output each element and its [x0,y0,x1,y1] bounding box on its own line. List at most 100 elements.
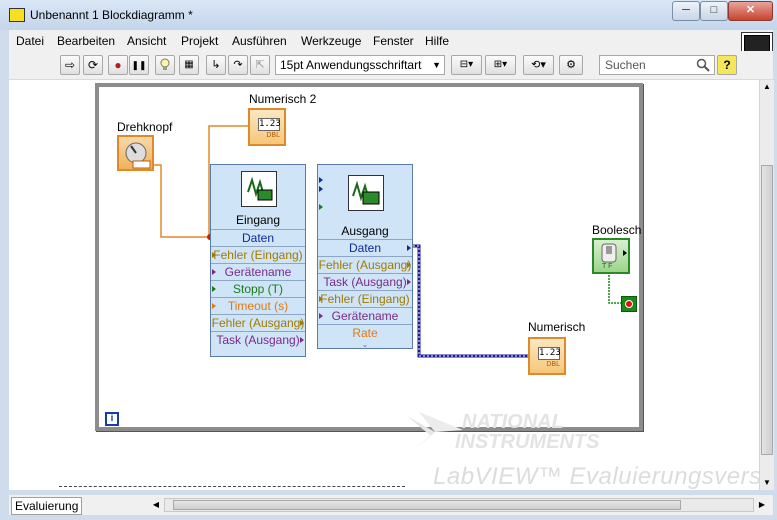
retain-wire-values-icon[interactable]: ▦ [179,55,199,75]
clean-up-diagram-icon[interactable]: ⚙ [559,55,583,75]
ausgang-terminal-row[interactable]: Task (Ausgang) [318,273,412,290]
eingang-terminal-label: Timeout (s) [227,299,289,313]
eingang-terminal-label: Task (Ausgang) [216,333,300,347]
ausgang-terminal-row[interactable]: Rate [318,324,412,341]
menu-hilfe[interactable]: Hilfe [425,34,449,48]
abort-icon[interactable]: ● [108,55,128,75]
ausgang-terminal-row[interactable]: Gerätename [318,307,412,324]
knob-control-terminal[interactable] [117,135,154,171]
eingang-icon [241,171,277,207]
ausgang-terminal-row[interactable]: Fehler (Ausgang) [318,256,412,273]
ausgang-terminal-label: Fehler (Eingang) [320,292,410,306]
ausgang-terminal-label: Fehler (Ausgang) [318,258,412,272]
block-diagram-canvas[interactable]: Drehknopf Numerisch 2 1.23 DBL Eingang D… [9,80,777,490]
search-icon [696,56,710,77]
eingang-terminal-row[interactable]: Gerätename [211,263,305,280]
output-terminal-arrow [407,262,411,268]
ausgang-input-tri-1 [319,177,323,183]
input-terminal-arrow [319,313,323,319]
align-objects-icon[interactable]: ⊟▾ [451,55,482,75]
input-terminal-arrow [212,269,216,275]
boolesch-label: Boolesch [592,223,642,237]
ausgang-input-tri-3 [319,204,323,210]
eingang-terminal-row[interactable]: Stopp (T) [211,280,305,297]
eingang-terminal-label: Fehler (Eingang) [213,248,303,262]
loop-condition-stop-terminal[interactable] [621,296,637,312]
menu-werkzeuge[interactable]: Werkzeuge [301,34,361,48]
scroll-right-icon[interactable]: ▶ [755,498,769,512]
step-into-icon[interactable]: ↳ [206,55,226,75]
wire-drehknopf-eingang [154,164,212,238]
horizontal-scroll-thumb[interactable] [173,500,681,510]
ni-eagle-logo [407,412,463,450]
eingang-terminal-label: Stopp (T) [232,282,283,296]
output-terminal-arrow [407,279,411,285]
knob-icon [125,142,151,169]
numerisch-indicator-terminal[interactable]: 1.23 DBL [528,337,566,375]
reorder-icon[interactable]: ⟲▾ [523,55,554,75]
menu-bar: Datei Bearbeiten Ansicht Projekt Ausführ… [9,30,773,74]
eingang-terminal-row[interactable]: Fehler (Ausgang) [211,314,305,331]
help-icon[interactable]: ? [717,55,737,75]
numerisch-label: Numerisch [528,320,586,334]
input-terminal-arrow [319,296,323,302]
close-button[interactable]: ✕ [728,1,773,21]
input-terminal-arrow [212,286,216,292]
menu-datei[interactable]: Datei [16,34,44,48]
status-bar: Evaluierung ◀ ▶ [9,495,773,515]
output-terminal-arrow [300,337,304,343]
eingang-terminal-label: Gerätename [224,265,292,279]
output-terminal-arrow [407,245,411,251]
font-select[interactable]: 15pt Anwendungsschriftart ▼ [275,55,445,75]
ausgang-terminal-label: Gerätename [331,309,399,323]
numerisch2-dbl-tag: DBL [266,132,280,139]
minimize-button[interactable]: ─ [672,1,700,21]
labview-app-icon [9,8,25,22]
run-icon[interactable]: ⇨ [60,55,80,75]
ausgang-terminal-row[interactable]: Fehler (Eingang) [318,290,412,307]
menu-ausfuehren[interactable]: Ausführen [232,34,287,48]
ausgang-daqmx-write-node[interactable]: Ausgang Daten Fehler (Ausgang) Task (Ausga… [317,164,413,349]
scroll-up-icon[interactable]: ▲ [760,80,774,94]
numerisch2-indicator-terminal[interactable]: 1.23 DBL [248,108,286,146]
scroll-left-icon[interactable]: ◀ [149,498,163,512]
menu-ansicht[interactable]: Ansicht [127,34,166,48]
menu-projekt[interactable]: Projekt [181,34,218,48]
boolesch-tf-tag: T F [602,263,613,270]
eingang-daqmx-read-node[interactable]: Eingang Daten Fehler (Eingang) Gerätename S… [210,164,306,357]
eingang-terminal-row[interactable]: Fehler (Eingang) [211,246,305,263]
eingang-terminal-row[interactable]: Daten [211,229,305,246]
menu-fenster[interactable]: Fenster [373,34,414,48]
eingang-terminal-list: Daten Fehler (Eingang) Gerätename Stopp (T)… [211,229,305,348]
numerisch2-label: Numerisch 2 [249,92,317,106]
eingang-terminal-row[interactable]: Task (Ausgang) [211,331,305,348]
ausgang-input-tri-2 [319,186,323,192]
distribute-objects-icon[interactable]: ⊞▾ [485,55,516,75]
run-continuous-icon[interactable]: ⟳ [83,55,103,75]
numerisch-display: 1.23 [538,347,561,360]
iteration-info-icon[interactable]: i [105,412,119,426]
highlight-execution-icon[interactable] [155,55,175,75]
menu-bearbeiten[interactable]: Bearbeiten [57,34,115,48]
boolesch-control-terminal[interactable]: T F [592,238,630,274]
input-terminal-arrow [212,252,216,258]
scroll-down-icon[interactable]: ▼ [760,476,774,490]
step-out-icon[interactable]: ⇱ [250,55,270,75]
eingang-title: Eingang [235,213,281,227]
drehknopf-label: Drehknopf [117,120,173,134]
vertical-scroll-thumb[interactable] [761,165,773,455]
eingang-terminal-row[interactable]: Timeout (s) [211,297,305,314]
stop-icon [625,300,633,308]
search-input[interactable]: Suchen [599,55,715,75]
vertical-scrollbar[interactable]: ▲ ▼ [759,80,774,490]
ausgang-terminal-list: Daten Fehler (Ausgang) Task (Ausgang) Fehle… [318,239,412,341]
maximize-button[interactable]: □ [700,1,728,21]
horizontal-scrollbar[interactable] [164,498,754,512]
expand-chevron-icon[interactable]: ⌄ [318,341,412,349]
window-title: Unbenannt 1 Blockdiagramm * [30,8,193,22]
step-over-icon[interactable]: ↷ [228,55,248,75]
chevron-down-icon: ▼ [432,60,441,70]
ausgang-terminal-row[interactable]: Daten [318,239,412,256]
ausgang-title: Ausgang [341,224,389,238]
pause-icon[interactable]: ❚❚ [129,55,149,75]
